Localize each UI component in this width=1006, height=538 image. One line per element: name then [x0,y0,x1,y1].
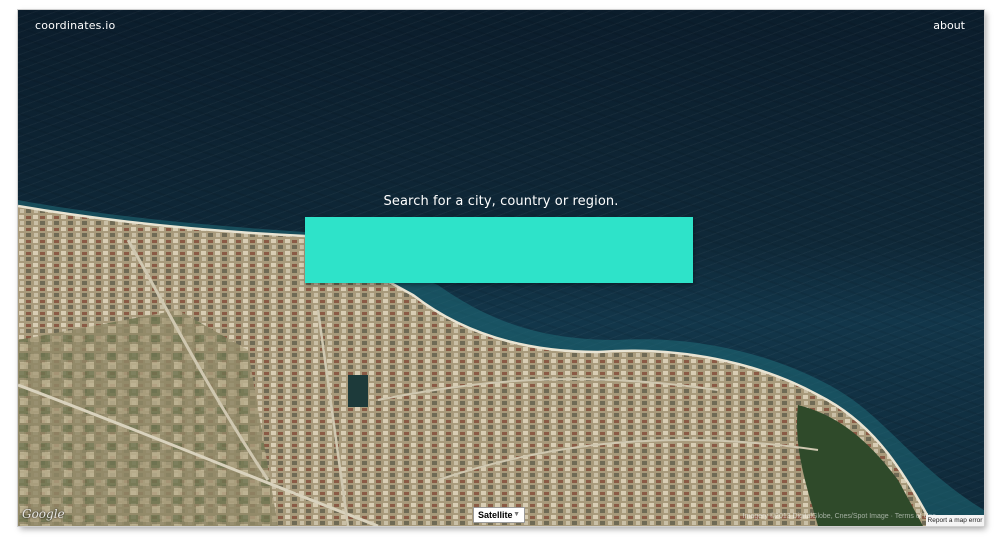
search-prompt: Search for a city, country or region. [383,194,619,209]
top-bar: coordinates.io about [18,10,984,44]
map-viewport[interactable]: coordinates.io about Search for a city, … [18,10,984,526]
map-type-label: Satellite [478,510,513,520]
location-search-input[interactable] [305,217,693,283]
brand-link[interactable]: coordinates.io [35,19,115,32]
report-map-error-link[interactable]: Report a map error [926,515,984,526]
chevron-down-icon: ▼ [513,511,520,518]
about-link[interactable]: about [933,19,965,32]
map-type-select[interactable]: Satellite ▼ [473,507,525,523]
map-attribution: Imagery ©2013 DigitalGlobe, Cnes/Spot Im… [742,513,936,520]
google-logo: Google [22,507,65,521]
